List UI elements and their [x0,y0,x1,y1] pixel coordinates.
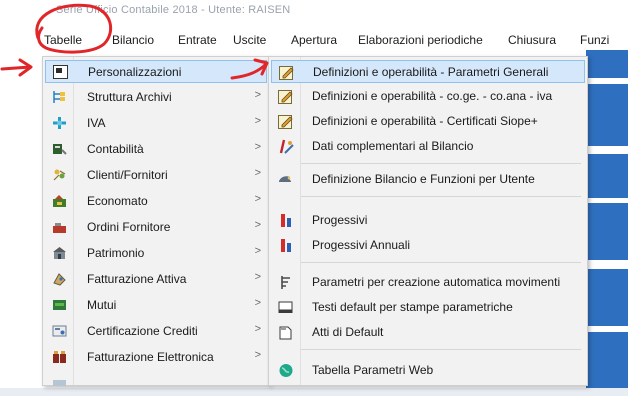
chevron-right-icon: > [254,271,261,283]
iva-icon [53,117,66,129]
chevron-right-icon: > [254,219,261,231]
archive-structure-icon [53,91,65,103]
left-arrow-annotation [0,58,33,77]
chevron-right-icon: > [254,297,261,309]
menu-separator [301,262,581,263]
menu-separator [301,196,581,197]
menu-item-economato[interactable]: Economato > [45,190,267,213]
menu-item-certificazione-crediti[interactable]: Certificazione Crediti > [45,320,267,343]
chevron-right-icon: > [254,141,261,153]
submenu-item-atti-default[interactable]: Atti di Default [271,321,585,344]
personalizzazioni-submenu: Definizioni e operabilità - Parametri Ge… [268,56,588,386]
e-invoicing-icon [53,351,66,363]
submenu-item-parametri-generali[interactable]: Definizioni e operabilità - Parametri Ge… [271,60,585,83]
progressive-icon [281,239,291,252]
tabelle-menu: Personalizzazioni Struttura Archivi > IV… [42,56,270,386]
submenu-item-coge-coana-iva[interactable]: Definizioni e operabilità - co.ge. - co.… [271,85,585,108]
app-background-bottom [0,388,628,396]
loans-icon [53,300,66,310]
menu-item-contabilita[interactable]: Contabilità > [45,138,267,161]
menu-chiusura[interactable]: Chiusura [508,33,556,47]
menu-item-iva[interactable]: IVA > [45,112,267,135]
menu-item-fatturazione-attiva[interactable]: Fatturazione Attiva > [45,268,267,291]
accounting-icon [53,144,67,155]
menu-elaborazioni-periodiche[interactable]: Elaborazioni periodiche [358,33,483,47]
chevron-right-icon: > [254,193,261,205]
web-parameters-icon [279,364,293,377]
invoicing-icon [53,273,66,286]
default-acts-icon [279,326,292,340]
submenu-item-testi-default[interactable]: Testi default per stampe parametriche [271,296,585,319]
window-title-bar: Serie Ufficio Contabile 2018 - Utente: R… [0,0,628,26]
menu-entrate[interactable]: Entrate [178,33,217,47]
window-title: Serie Ufficio Contabile 2018 - Utente: R… [56,4,291,16]
partial-icon [53,380,66,386]
submenu-item-dati-complementari[interactable]: Dati complementari al Bilancio [271,135,585,158]
submenu-item-parametri-movimenti[interactable]: Parametri per creazione automatica movim… [271,271,585,294]
chevron-right-icon: > [254,89,261,101]
budget-data-icon [279,139,294,154]
menu-bilancio[interactable]: Bilancio [112,33,154,47]
submenu-item-certificati-siope[interactable]: Definizioni e operabilità - Certificati … [271,110,585,133]
chevron-right-icon: > [254,349,261,361]
submenu-item-parametri-web[interactable]: Tabella Parametri Web [271,359,585,382]
menu-item-partial[interactable] [45,372,267,386]
menu-separator [301,163,581,164]
assets-icon [53,247,66,259]
supplier-orders-icon [53,223,66,233]
economato-icon [53,195,66,207]
customers-suppliers-icon [53,169,66,181]
edit-parameters-icon [278,115,293,129]
edit-parameters-icon [279,66,294,80]
menu-separator [301,349,581,350]
chevron-right-icon: > [254,115,261,127]
menu-bar: Tabelle Bilancio Entrate Uscite Apertura… [0,30,628,50]
menu-tabelle[interactable]: Tabelle [44,33,82,47]
chevron-right-icon: > [254,245,261,257]
submenu-item-progessivi-annuali[interactable]: Progessivi Annuali [271,234,585,257]
progressive-icon [281,214,291,227]
menu-apertura[interactable]: Apertura [291,33,337,47]
automatic-movements-icon [281,276,290,289]
menu-item-ordini-fornitore[interactable]: Ordini Fornitore > [45,216,267,239]
chevron-right-icon: > [254,167,261,179]
menu-item-fatturazione-elettronica[interactable]: Fatturazione Elettronica > [45,346,267,369]
chevron-right-icon: > [254,323,261,335]
menu-item-clienti-fornitori[interactable]: Clienti/Fornitori > [45,164,267,187]
customize-icon [53,65,68,79]
app-background [586,50,628,396]
submenu-item-definizione-bilancio[interactable]: Definizione Bilancio e Funzioni per Uten… [271,168,585,191]
menu-item-struttura-archivi[interactable]: Struttura Archivi > [45,86,267,109]
submenu-item-progessivi[interactable]: Progessivi [271,209,585,232]
menu-funzioni[interactable]: Funzi [580,33,609,47]
edit-parameters-icon [278,90,293,104]
menu-item-personalizzazioni[interactable]: Personalizzazioni [45,60,267,83]
credit-certification-icon [52,325,67,337]
print-texts-icon [278,301,293,313]
menu-item-mutui[interactable]: Mutui > [45,294,267,317]
user-functions-icon [279,176,291,182]
menu-uscite[interactable]: Uscite [233,33,266,47]
menu-item-patrimonio[interactable]: Patrimonio > [45,242,267,265]
